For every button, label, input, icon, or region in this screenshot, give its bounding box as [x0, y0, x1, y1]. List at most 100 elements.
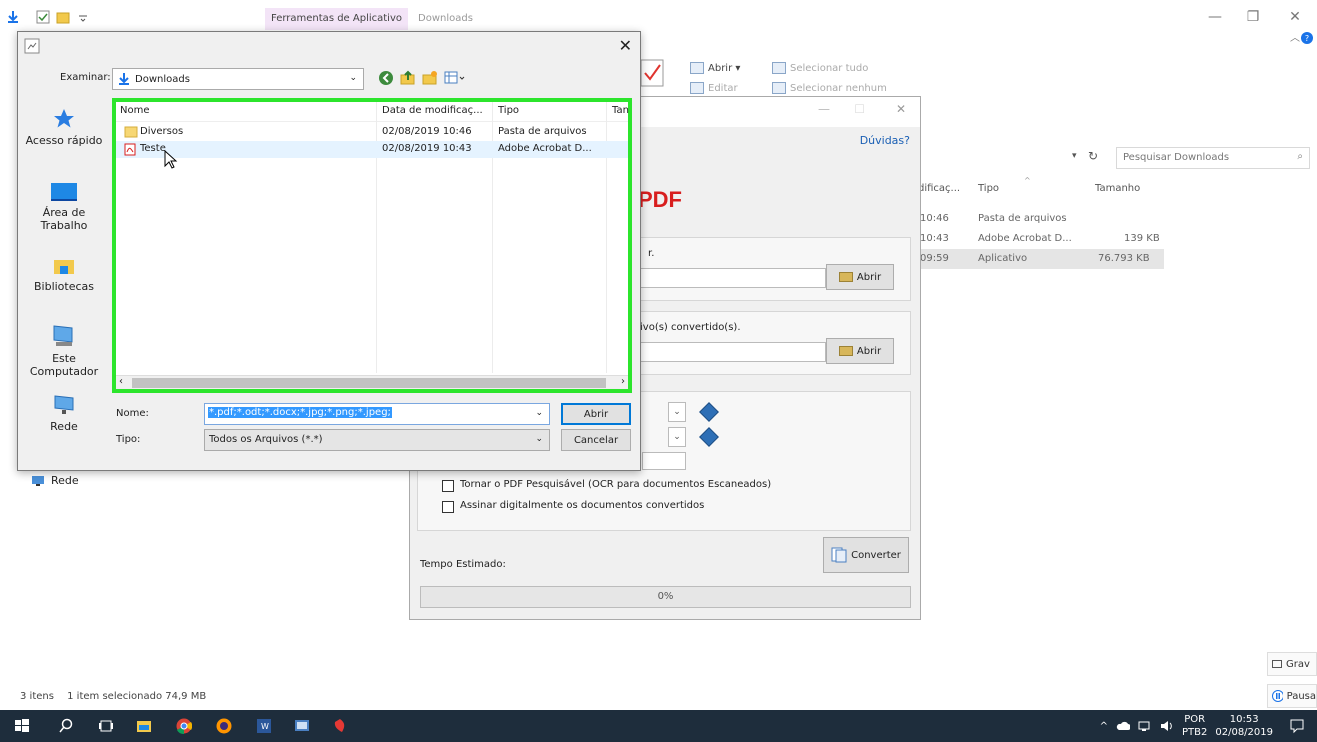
- column-size[interactable]: Tan: [612, 105, 629, 116]
- svg-text:W: W: [261, 722, 269, 731]
- cloud-icon[interactable]: [1116, 719, 1130, 733]
- libraries-icon: [54, 260, 74, 274]
- file-row-diversos[interactable]: Diversos 02/08/2019 10:46 Pasta de arqui…: [116, 124, 628, 141]
- cancel-button[interactable]: Cancelar: [561, 429, 631, 451]
- up-folder-icon[interactable]: [400, 70, 416, 86]
- network-icon: [32, 475, 44, 486]
- chrome-icon[interactable]: [176, 718, 192, 734]
- ribbon-select-none-button[interactable]: Selecionar nenhum: [772, 79, 887, 97]
- help-icon[interactable]: ?: [1301, 32, 1313, 44]
- ribbon-open-group: Abrir ▾ Editar Selecionar tudo Seleciona…: [640, 55, 896, 100]
- file-list[interactable]: Nome Data de modificaç... Tipo Tan Diver…: [112, 98, 632, 393]
- format-dropdown-icon[interactable]: ⌄: [668, 402, 686, 422]
- new-folder-icon[interactable]: [56, 10, 70, 24]
- place-quick-access[interactable]: Acesso rápido: [18, 108, 110, 147]
- place-network[interactable]: Rede: [18, 392, 110, 433]
- output-open-button[interactable]: Abrir: [826, 338, 894, 364]
- close-icon[interactable]: ✕: [896, 102, 906, 116]
- clock[interactable]: 10:53 02/08/2019: [1215, 713, 1273, 739]
- properties-check-icon[interactable]: [36, 10, 50, 24]
- app-red-icon[interactable]: [332, 718, 348, 734]
- network-status-icon[interactable]: [1138, 719, 1152, 733]
- search-input[interactable]: Pesquisar Downloads ⌕: [1116, 147, 1310, 169]
- input-open-button[interactable]: Abrir: [826, 264, 894, 290]
- close-icon[interactable]: ✕: [619, 36, 632, 55]
- search-icon[interactable]: [58, 718, 74, 734]
- download-arrow-icon[interactable]: [6, 10, 20, 24]
- language-indicator[interactable]: POR PTB2: [1182, 713, 1207, 739]
- ribbon-select-all-button[interactable]: Selecionar tudo: [772, 59, 868, 77]
- file-explorer-icon[interactable]: [136, 718, 152, 734]
- input-file-field[interactable]: [640, 268, 826, 288]
- tab-application-tools[interactable]: Ferramentas de Aplicativo: [265, 8, 408, 30]
- place-libraries[interactable]: Bibliotecas: [18, 254, 110, 293]
- view-menu-icon[interactable]: [444, 70, 466, 86]
- firefox-icon[interactable]: [216, 718, 232, 734]
- convert-document-icon: [831, 547, 847, 563]
- maximize-icon[interactable]: ☐: [854, 102, 865, 116]
- show-hidden-icons-icon[interactable]: ^: [1100, 721, 1108, 732]
- progress-bar: 0%: [420, 586, 911, 608]
- sign-checkbox[interactable]: [442, 501, 454, 513]
- open-icon: [690, 62, 704, 74]
- column-type[interactable]: Tipo: [498, 105, 519, 116]
- ribbon-edit-button[interactable]: Editar: [690, 79, 738, 97]
- desktop-icon: [51, 183, 77, 201]
- app-window-icon[interactable]: [294, 718, 310, 734]
- close-icon[interactable]: ✕: [1280, 6, 1310, 28]
- task-view-icon[interactable]: [98, 718, 114, 734]
- file-name-label: Nome:: [116, 408, 149, 419]
- format-info-icon[interactable]: [699, 402, 719, 422]
- windows-start-icon[interactable]: [14, 718, 30, 734]
- chevron-down-icon[interactable]: ⌄: [535, 408, 543, 418]
- quality-dropdown-icon[interactable]: ⌄: [668, 427, 686, 447]
- column-date[interactable]: Data de modificaç...: [382, 105, 483, 116]
- pause-notification[interactable]: Pausa: [1267, 684, 1317, 708]
- volume-icon[interactable]: [1160, 719, 1174, 733]
- address-dropdown-icon[interactable]: ▾: [1072, 151, 1077, 161]
- word-icon[interactable]: W: [256, 718, 272, 734]
- convert-button[interactable]: Converter: [823, 537, 909, 573]
- scroll-right-icon[interactable]: ›: [621, 376, 625, 387]
- qat-dropdown-icon[interactable]: [76, 10, 90, 24]
- new-folder-icon[interactable]: [422, 70, 438, 86]
- checkmark-large-icon[interactable]: [640, 59, 664, 87]
- folder-icon: [838, 346, 853, 356]
- column-name[interactable]: Nome: [120, 105, 150, 116]
- minimize-icon[interactable]: —: [1200, 6, 1230, 28]
- ocr-checkbox[interactable]: [442, 480, 454, 492]
- nav-pane-network[interactable]: Rede: [30, 474, 79, 487]
- open-button[interactable]: Abrir: [561, 403, 631, 425]
- column-type[interactable]: Tipo: [978, 183, 999, 194]
- option-field[interactable]: [642, 452, 686, 470]
- scrollbar-thumb[interactable]: [132, 378, 606, 388]
- action-center-icon[interactable]: [1289, 718, 1305, 734]
- file-type-label: Tipo:: [116, 434, 141, 445]
- svg-text:?: ?: [1305, 34, 1309, 43]
- scroll-left-icon[interactable]: ‹: [119, 376, 123, 387]
- ribbon-open-button[interactable]: Abrir ▾: [690, 59, 740, 77]
- place-desktop[interactable]: Área de Trabalho: [18, 182, 110, 232]
- help-link[interactable]: Dúvidas?: [860, 134, 910, 147]
- place-this-computer[interactable]: Este Computador: [18, 324, 110, 378]
- column-modified[interactable]: dificaç...: [918, 183, 960, 194]
- refresh-icon[interactable]: ↻: [1088, 149, 1098, 163]
- look-in-select[interactable]: Downloads ⌄: [112, 68, 364, 90]
- output-folder-field[interactable]: [640, 342, 826, 362]
- file-row-teste[interactable]: Teste 02/08/2019 10:43 Adobe Acrobat D..…: [116, 141, 628, 158]
- progress-text: 0%: [657, 591, 674, 602]
- quality-info-icon[interactable]: [699, 427, 719, 447]
- file-type-select[interactable]: Todos os Arquivos (*.*) ⌄: [204, 429, 550, 451]
- maximize-icon[interactable]: ❐: [1238, 6, 1268, 28]
- table-row[interactable]: 10:46 Pasta de arquivos: [918, 209, 1164, 229]
- file-name-input[interactable]: *.pdf;*.odt;*.docx;*.jpg;*.png;*.jpeg; ⌄: [204, 403, 550, 425]
- table-row[interactable]: 10:43 Adobe Acrobat D... 139 KB: [918, 229, 1164, 249]
- horizontal-scrollbar[interactable]: ‹ ›: [116, 375, 628, 389]
- column-size[interactable]: Tamanho: [1095, 183, 1140, 194]
- minimize-icon[interactable]: —: [818, 102, 830, 116]
- back-icon[interactable]: [378, 70, 394, 86]
- table-row[interactable]: 09:59 Aplicativo 76.793 KB: [918, 249, 1164, 269]
- chevron-down-icon: ⌄: [349, 73, 357, 83]
- app-heading: PDF: [638, 187, 682, 212]
- record-notification[interactable]: Grav: [1267, 652, 1317, 676]
